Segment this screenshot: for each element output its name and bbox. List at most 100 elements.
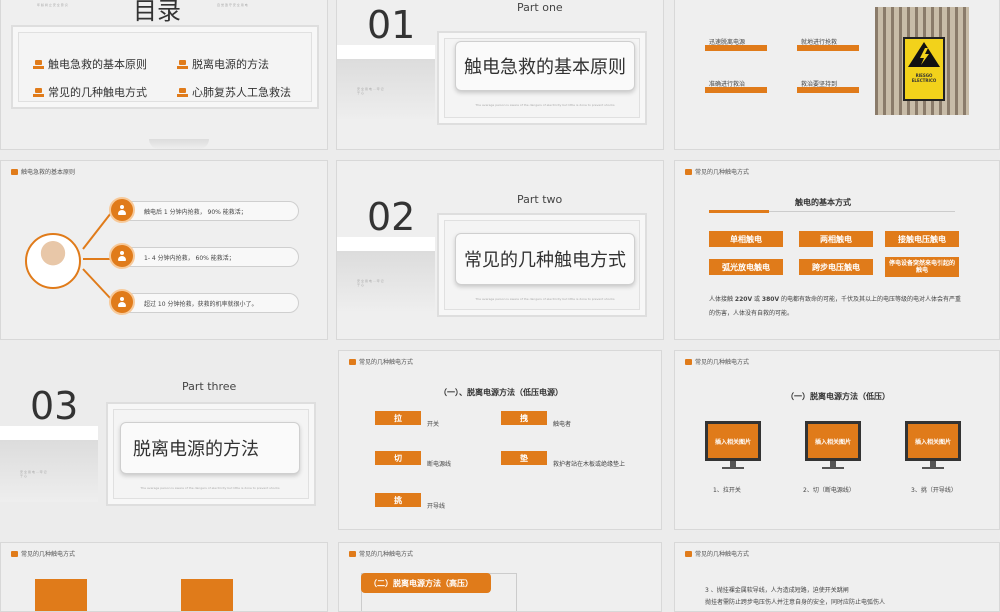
method-text-1: 开关 <box>427 421 440 428</box>
method-text-5: 开导线 <box>427 503 446 510</box>
toc-shadow <box>149 139 209 149</box>
part-label: Part two <box>517 193 563 206</box>
method-text-4: 救护者站在木板或绝缘垫上 <box>553 461 626 468</box>
slide-title: （一）、脱离电源方法（低压电源） <box>439 388 563 397</box>
white-band <box>337 237 435 251</box>
toc-item-label: 脱离电源的方法 <box>192 58 269 71</box>
toc-item-1[interactable]: 触电急救的基本原则 <box>33 56 147 72</box>
caption-1: 1、拉开关 <box>713 487 741 494</box>
shock-type-button-2[interactable]: 两相触电 <box>799 231 873 247</box>
person-icon <box>109 243 135 269</box>
tiny-vertical-text: 安 全 用 电 ... 牢 记 于 心 <box>357 87 384 95</box>
header-icon <box>11 550 18 557</box>
section-title-card: 触电急救的基本原则 <box>455 41 635 91</box>
slide-shock-types[interactable]: 常见的几种触电方式 触电的基本方式 单相触电 两相触电 接触电压触电 弧光放电触… <box>674 160 1000 340</box>
part-label: Part three <box>182 380 237 393</box>
image-placeholder[interactable]: 插入相关图片 <box>905 421 961 461</box>
header-text: 常见的几种触电方式 <box>21 551 76 558</box>
voltage-220: 220V <box>734 296 753 303</box>
tiny-desc: The average person is aware of the dange… <box>140 486 280 490</box>
toc-tiny-right: 自 觉 遵 守 安 全 用 电 <box>217 3 248 7</box>
header-text: 常见的几种触电方式 <box>359 551 414 558</box>
slide-header: 常见的几种触电方式 <box>685 357 749 366</box>
slide-header: 常见的几种触电方式 <box>349 549 413 558</box>
slide-partial-middle[interactable]: 常见的几种触电方式 （二）脱离电源方法（高压） <box>338 542 662 612</box>
method-text-2: 触电者 <box>553 421 572 428</box>
toc-tiny-left: 年 龄 树 立 安 全 意 识 <box>37 3 68 7</box>
caption-3: 3、挑（开导线） <box>911 487 957 494</box>
principle-bar-2 <box>797 45 859 51</box>
header-icon <box>11 168 18 175</box>
body-text: 人体接触 220V 或 380V 的电都有致命的可能，千伏及其以上的电压等级的电… <box>709 293 965 321</box>
sign-text-2: ELECTRICO <box>911 78 937 83</box>
toc-item-2[interactable]: 脱离电源的方法 <box>177 56 269 72</box>
shock-type-button-6[interactable]: 停电设备突然来电引起的触电 <box>885 257 959 277</box>
header-icon <box>685 358 692 365</box>
hammer-icon <box>177 87 188 97</box>
slide-partial-right[interactable]: 常见的几种触电方式 3 、抛挂裸金属软导线，人为造成短路，迫使开关跳闸 抛挂者需… <box>674 542 1000 612</box>
slide-part-two[interactable]: Part two 02 安 全 用 电 ... 牢 记 于 心 常见的几种触电方… <box>336 160 664 340</box>
hammer-icon <box>177 59 188 69</box>
hammer-icon <box>33 59 44 69</box>
monitor-2: 插入相关图片 <box>805 421 861 469</box>
slide-principles[interactable]: 迅速脱离电源 就地进行抢救 准确进行救治 救治要坚持到 RIESGO ELECT… <box>674 0 1000 150</box>
timing-row-3: 超过 10 分钟抢救，获救的机率就很小了。 <box>111 293 299 313</box>
slide-toc[interactable]: 年 龄 树 立 安 全 意 识 目录 自 觉 遵 守 安 全 用 电 触电急救的… <box>0 0 328 150</box>
header-icon <box>685 550 692 557</box>
principle-bar-1 <box>705 45 767 51</box>
shock-type-button-4[interactable]: 弧光放电触电 <box>709 259 783 275</box>
toc-item-3[interactable]: 常见的几种触电方式 <box>33 84 147 100</box>
tiny-desc: The average person is aware of the dange… <box>475 103 615 107</box>
toc-item-label: 常见的几种触电方式 <box>48 86 147 99</box>
monitor-1: 插入相关图片 <box>705 421 761 469</box>
tiny-desc: The average person is aware of the dange… <box>475 297 615 301</box>
body-text-mid: 或 <box>752 296 762 303</box>
slide-low-voltage-images[interactable]: 常见的几种触电方式 （一）脱离电源方法（低压） 插入相关图片 1、拉开关 插入相… <box>674 350 1000 530</box>
principle-bar-4 <box>797 87 859 93</box>
white-band <box>337 45 435 59</box>
shock-type-button-1[interactable]: 单相触电 <box>709 231 783 247</box>
person-icon <box>109 289 135 315</box>
slide-part-three[interactable]: Part three 03 安 全 用 电 ... 牢 记 于 心 脱离电源的方… <box>0 344 328 534</box>
slide-rescue-timing[interactable]: 触电急救的基本原则 触电后 1 分钟内抢救， 90% 能救活； 1- 4 分钟内… <box>0 160 328 340</box>
toc-title: 目录 <box>133 0 181 25</box>
section-title-card: 脱离电源的方法 <box>120 422 300 474</box>
part-label: Part one <box>517 1 563 14</box>
section-number: 03 <box>30 384 79 428</box>
image-placeholder[interactable]: 插入相关图片 <box>805 421 861 461</box>
body-line-1: 3 、抛挂裸金属软导线，人为造成短路，迫使开关跳闸 <box>705 587 849 594</box>
shock-type-button-3[interactable]: 接触电压触电 <box>885 231 959 247</box>
hazard-photo: RIESGO ELECTRICO <box>875 7 969 115</box>
slide-header: 触电急救的基本原则 <box>11 167 75 176</box>
header-text: 常见的几种触电方式 <box>695 169 750 176</box>
section-number: 02 <box>367 195 416 239</box>
voltage-380: 380V <box>761 296 780 303</box>
principle-bar-3 <box>705 87 767 93</box>
toc-item-label: 触电急救的基本原则 <box>48 58 147 71</box>
person-icon <box>109 197 135 223</box>
timing-row-1: 触电后 1 分钟内抢救， 90% 能救活； <box>111 201 299 221</box>
method-key-4: 垫 <box>501 451 547 465</box>
toc-item-4[interactable]: 心肺复苏人工急救法 <box>177 84 291 100</box>
high-voltage-tab[interactable]: （二）脱离电源方法（高压） <box>361 573 491 593</box>
warning-sign: RIESGO ELECTRICO <box>903 37 945 101</box>
slide-partial-left[interactable]: 常见的几种触电方式 <box>0 542 328 612</box>
shock-type-button-5[interactable]: 跨步电压触电 <box>799 259 873 275</box>
image-placeholder[interactable]: 插入相关图片 <box>705 421 761 461</box>
method-key-1: 拉 <box>375 411 421 425</box>
header-icon <box>349 358 356 365</box>
doctor-avatar <box>25 233 81 289</box>
tiny-vertical-text: 安 全 用 电 ... 牢 记 于 心 <box>20 470 47 478</box>
orange-block-2 <box>181 579 233 611</box>
slide-header: 常见的几种触电方式 <box>685 549 749 558</box>
method-key-2: 拽 <box>501 411 547 425</box>
method-key-3: 切 <box>375 451 421 465</box>
body-line-2: 抛挂者需防止跨步电压伤人并注意自身的安全，同时应防止电弧伤人 <box>705 599 886 606</box>
header-text: 常见的几种触电方式 <box>695 359 750 366</box>
slide-low-voltage-methods[interactable]: 常见的几种触电方式 （一）、脱离电源方法（低压电源） 拉 开关 拽 触电者 切 … <box>338 350 662 530</box>
white-band <box>0 426 98 440</box>
slide-part-one[interactable]: Part one 01 安 全 用 电 ... 牢 记 于 心 触电急救的基本原… <box>336 0 664 150</box>
toc-item-label: 心肺复苏人工急救法 <box>192 86 291 99</box>
timing-row-2: 1- 4 分钟内抢救， 60% 能救活； <box>111 247 299 267</box>
header-text: 触电急救的基本原则 <box>21 169 76 176</box>
